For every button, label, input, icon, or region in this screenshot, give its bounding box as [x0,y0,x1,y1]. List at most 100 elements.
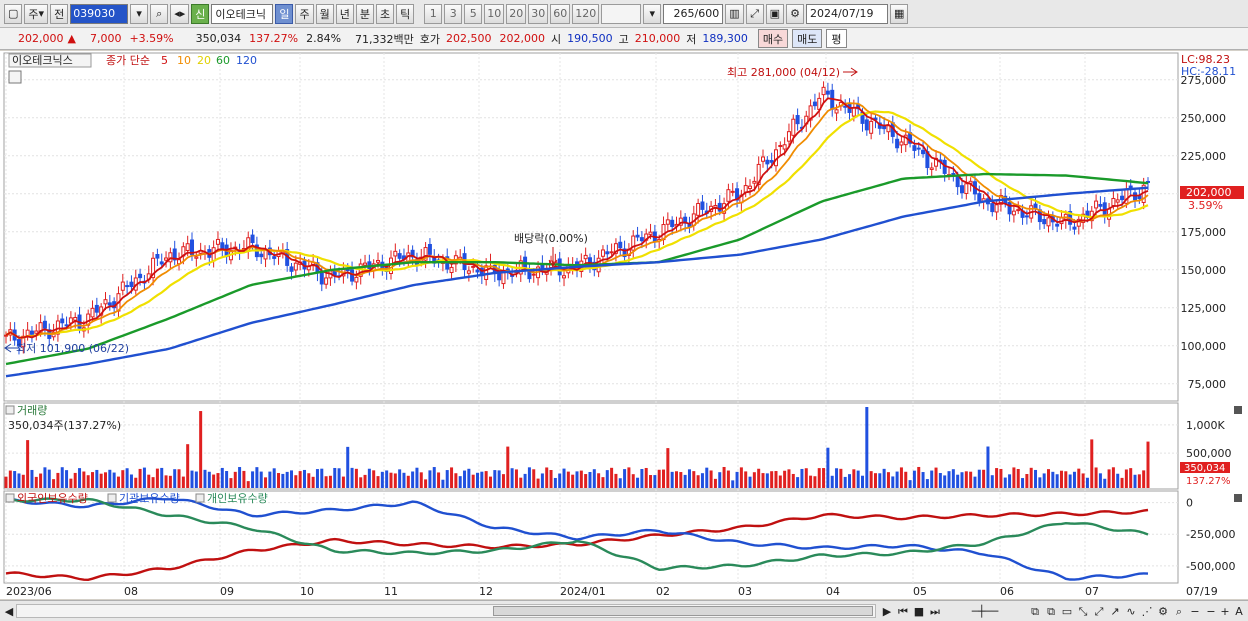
volume-bar [212,474,216,488]
code-dropdown-icon[interactable]: ▾ [130,3,149,24]
price-panel[interactable] [3,52,1179,402]
market-select[interactable]: 주 ▾ [24,3,49,24]
candle-body [397,253,402,259]
font-size-icon[interactable]: A [1232,604,1246,619]
period-year[interactable]: 년 [335,3,354,24]
interval-1[interactable]: 1 [424,3,443,24]
candle-body [1072,226,1077,230]
interval-dropdown-icon[interactable]: ▾ [643,3,662,24]
volume-bar [290,470,293,488]
interval-20[interactable]: 20 [506,3,527,24]
period-day[interactable]: 일 [275,3,294,24]
line-tool-icon[interactable]: ⤡ [1076,604,1090,619]
date-input[interactable]: 2024/07/19 [806,3,889,24]
volume-bar [255,467,259,488]
period-week[interactable]: 주 [295,3,314,24]
volume-bar [1146,441,1150,488]
minus-icon[interactable]: − [1204,604,1218,619]
sell-button[interactable]: 매도 [792,29,823,48]
new-badge[interactable]: 신 [191,3,210,24]
volume-panel-close-icon[interactable] [1234,406,1242,414]
gear-icon[interactable]: ⚙ [786,3,805,24]
volume-bar [653,475,657,488]
candle-body [164,257,169,261]
volume-bar [147,474,151,488]
compare-icon[interactable]: ⧉ [1028,604,1042,619]
legend-ma-label: 종가 단순 [106,54,150,67]
volume-bar [56,472,60,488]
period-tick[interactable]: 틱 [396,3,415,24]
horizontal-scrollbar[interactable] [16,604,876,618]
volume-bar [917,466,921,488]
volume-bar [480,471,484,488]
prev-button[interactable]: 전 [50,3,69,24]
legend-ma-5: 5 [161,54,168,67]
volume-bar [1051,471,1055,488]
holding-panel-close-icon[interactable] [1234,494,1242,502]
draw-tool-icon[interactable]: ⤢ [745,3,764,24]
calendar-icon[interactable]: ▦ [890,3,909,24]
volume-bar [363,474,367,488]
chart-type-icon[interactable]: ▥ [725,3,744,24]
candle-body [990,203,995,213]
interval-30[interactable]: 30 [528,3,549,24]
period-month[interactable]: 월 [315,3,334,24]
holding-y-tick: -250,000 [1186,528,1235,541]
interval-10[interactable]: 10 [484,3,505,24]
box-tool-icon[interactable]: ▭ [1060,604,1074,619]
volume-bar [95,469,99,488]
scrollbar-thumb[interactable] [493,606,873,616]
interval-60[interactable]: 60 [550,3,571,24]
trend-tool-icon[interactable]: ↗ [1108,604,1122,619]
candle-body [427,244,432,255]
volume-panel-collapse-icon[interactable] [5,405,15,415]
settings-tool-icon[interactable]: ⚙ [1156,604,1170,619]
chart-area[interactable]: 275,000250,000225,000200,000175,000150,0… [0,51,1248,599]
table-icon[interactable] [8,70,22,84]
interval-3[interactable]: 3 [444,3,463,24]
interval-5[interactable]: 5 [464,3,483,24]
candle-body [748,185,753,189]
search-tool-icon[interactable]: ⌕ [1172,604,1186,619]
volume-bar [251,471,255,488]
volume-bar [809,475,813,488]
fib-tool-icon[interactable]: ⋰ [1140,604,1154,619]
interval-120[interactable]: 120 [572,3,600,24]
wave-tool-icon[interactable]: ∿ [1124,604,1138,619]
buy-button[interactable]: 매수 [757,29,789,48]
zoom-slider[interactable]: ─┼── [950,604,1020,619]
period-second[interactable]: 초 [375,3,395,24]
speaker-icon[interactable]: ◂▸ [170,3,190,24]
count-input[interactable]: 265/600 [663,3,724,24]
period-minute[interactable]: 분 [355,3,374,24]
copy-icon[interactable]: ⧉ [1044,604,1058,619]
first-page-icon[interactable]: ⏮ [896,604,910,619]
holding-panel-collapse-icon[interactable] [5,493,15,503]
ray-tool-icon[interactable]: ⤢ [1092,604,1106,619]
stop-icon[interactable]: ■ [912,604,926,619]
zoom-in-icon[interactable]: + [1218,604,1232,619]
candle-body [125,285,130,288]
search-icon[interactable]: ⌕ [150,3,169,24]
interval-custom-input[interactable] [601,3,642,24]
volume-bar [519,477,523,488]
chart-svg[interactable]: 275,000250,000225,000200,000175,000150,0… [0,51,1248,599]
volume-bar [1021,478,1025,488]
high-annotation: 최고 281,000 (04/12) [727,66,840,79]
candle-body [466,270,471,274]
volume-bar [229,478,233,488]
volume-bar [679,472,683,488]
scroll-left-icon[interactable]: ◀ [2,604,16,619]
volume-bar [584,474,588,488]
volume-bar [752,472,756,488]
save-icon[interactable]: ▣ [765,3,785,24]
scroll-right-icon[interactable]: ▶ [880,604,894,619]
zoom-out-icon[interactable]: − [1188,604,1202,619]
stock-code-input[interactable]: 039030 [70,3,129,24]
eval-button[interactable]: 평 [826,29,847,48]
window-icon[interactable]: ▢ [4,3,23,24]
volume-bar [177,469,181,488]
volume-bar [592,469,596,488]
last-page-icon[interactable]: ⏭ [928,604,942,619]
bottom-toolbar: ◀ ▶ ⏮ ■ ⏭ ─┼── ⧉ ⧉ ▭ ⤡ ⤢ ↗ ∿ ⋰ ⚙ ⌕ − − +… [0,600,1248,621]
